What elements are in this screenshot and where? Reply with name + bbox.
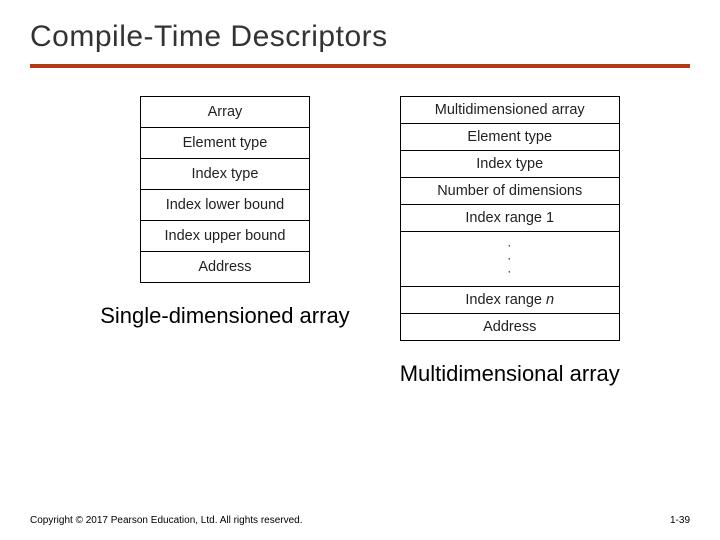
descriptor-row: Address [401,314,619,340]
descriptor-row: Array [141,97,309,128]
page-title: Compile-Time Descriptors [30,20,690,54]
page-number: 1-39 [670,515,690,526]
slide: Compile-Time Descriptors Array Element t… [0,0,720,540]
descriptor-row: Address [141,252,309,282]
multi-array-descriptor: Multidimensioned array Element type Inde… [400,96,620,341]
descriptor-row: Index type [401,151,619,178]
descriptor-row: Index type [141,159,309,190]
descriptor-row: Index range 1 [401,205,619,232]
descriptor-row: Element type [401,124,619,151]
descriptor-row: Index lower bound [141,190,309,221]
right-caption: Multidimensional array [400,361,620,387]
footer: Copyright © 2017 Pearson Education, Ltd.… [30,515,690,526]
range-n-prefix: Index range [465,292,546,308]
range-n-var: n [546,292,554,308]
descriptor-row: Element type [141,128,309,159]
left-column: Array Element type Index type Index lowe… [100,96,349,329]
descriptor-row: Multidimensioned array [401,97,619,124]
copyright-text: Copyright © 2017 Pearson Education, Ltd.… [30,515,303,526]
left-caption: Single-dimensioned array [100,303,349,329]
descriptor-row: Number of dimensions [401,178,619,205]
descriptor-row-range-n: Index range n [401,287,619,314]
vertical-ellipsis: ··· [401,232,619,287]
content-columns: Array Element type Index type Index lowe… [30,96,690,387]
descriptor-row: Index upper bound [141,221,309,252]
right-column: Multidimensioned array Element type Inde… [400,96,620,387]
single-array-descriptor: Array Element type Index type Index lowe… [140,96,310,283]
title-rule [30,64,690,68]
